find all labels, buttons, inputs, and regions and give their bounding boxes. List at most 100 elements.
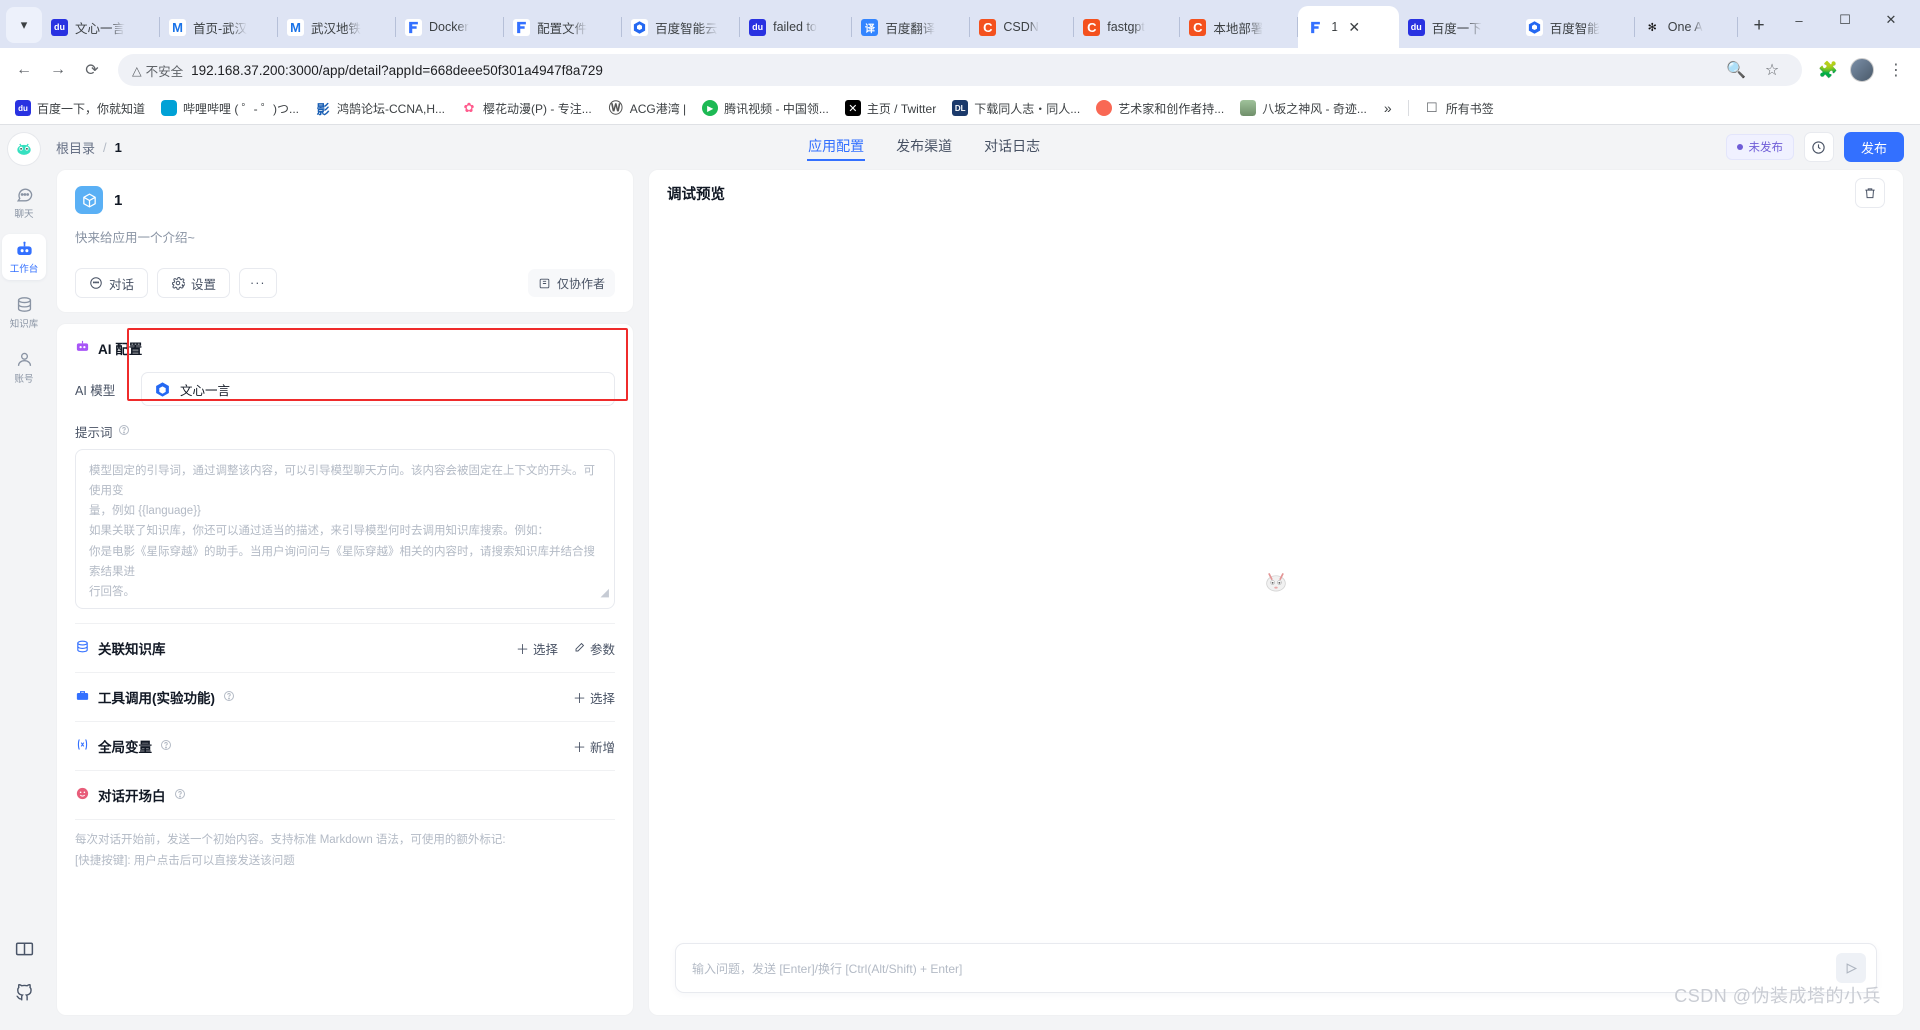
publish-button[interactable]: 发布 [1843,132,1904,162]
model-select-wrap: 文心一言 [141,372,615,406]
browser-tab[interactable]: C CSDN [970,6,1075,48]
bookmark-item[interactable]: DL 下载同人志・同人... [945,96,1087,121]
bookmark-star-icon[interactable]: ☆ [1756,54,1788,86]
bookmark-item[interactable]: 八坂之神风 - 奇迹... [1233,96,1374,121]
ai-config-section: AI 配置 AI 模型 文心一言 提示词 模型固定的引导词，通过调整该内容，可以… [57,324,633,624]
browser-tab[interactable]: 百度智能云 [622,6,741,48]
question-icon[interactable] [160,739,172,754]
back-icon[interactable]: ← [8,54,40,86]
bookmark-item[interactable]: du 百度一下，你就知道 [8,96,152,121]
breadcrumb-root[interactable]: 根目录 [56,138,95,157]
all-bookmarks-label: 所有书签 [1445,101,1494,116]
preview-header: 调试预览 [649,170,1903,216]
question-icon[interactable] [118,424,130,439]
bookmarks-overflow-icon[interactable]: » [1376,96,1400,120]
csdn-icon: C [1083,18,1101,36]
bookmark-label: 鸿鹄论坛-CCNA,H... [337,101,446,116]
chrome-menu-icon[interactable]: ⋮ [1880,54,1912,86]
more-icon[interactable]: ··· [239,268,277,298]
browser-tab[interactable]: 译百度翻译 [852,6,971,48]
section-action-button[interactable]: ＋新增 [573,737,615,756]
m-icon: M [287,18,304,36]
tab-publish-channel[interactable]: 发布渠道 [895,133,953,161]
plus-icon: ＋ [572,739,586,755]
minimize-button[interactable]: – [1776,0,1822,40]
maximize-button[interactable]: ☐ [1822,0,1868,40]
address-bar[interactable]: △ 不安全 192.168.37.200:3000/app/detail?app… [118,54,1802,86]
section-action-button[interactable]: ＋选择 [573,688,615,707]
browser-tab[interactable]: C 本地部署 [1180,6,1299,48]
empty-bot-icon [1259,563,1293,597]
app-header: 根目录 / 1 应用配置 发布渠道 对话日志 未发布 发布 [48,125,1920,169]
wordpress-icon: Ⓦ [608,100,623,116]
resize-handle-icon[interactable]: ◢ [601,584,609,603]
sidebar-item-account[interactable]: 账号 [2,344,46,390]
prompt-label: 提示词 [75,426,113,440]
bookmark-item[interactable]: ▶ 腾讯视频 - 中国领... [695,96,836,121]
robot-icon [15,240,34,259]
bookmark-item[interactable]: 艺术家和创作者持... [1089,96,1231,121]
browser-tab[interactable]: 配置文件 [504,6,623,48]
csdn-icon: C [1189,18,1207,36]
avatar-icon [1240,100,1257,116]
fastgpt-logo-icon[interactable] [8,133,40,165]
application-root: 聊天 工作台 知识库 账号 根目录 / 1 应用配置 发布渠道 对话日志 未发布… [0,125,1920,1030]
section-header: 工具调用(实验功能) ＋选择 [75,687,615,707]
sidebar-item-knowledge[interactable]: 知识库 [2,289,46,335]
bookmark-item[interactable]: 影鸿鹄论坛-CCNA,H... [308,96,452,121]
model-field-row: AI 模型 文心一言 [75,372,615,406]
bookmark-item[interactable]: ✕ 主页 / Twitter [838,96,943,121]
debug-preview-panel: 调试预览 输入问题，发送 [Enter]/换行 [Ctrl(Alt/Shift)… [648,169,1904,1016]
navigation-bar: ← → ⟳ △ 不安全 192.168.37.200:3000/app/deta… [0,48,1920,92]
sidebar-item-chat[interactable]: 聊天 [2,179,46,225]
collaborator-badge[interactable]: 仅协作者 [527,269,615,297]
tab-app-config[interactable]: 应用配置 [807,133,866,161]
prompt-placeholder-line-5: 行回答。 [89,585,135,598]
all-bookmarks-button[interactable]: ☐ 所有书签 [1417,96,1501,121]
close-window-button[interactable]: ✕ [1868,0,1914,40]
browser-tab[interactable]: Cfastgpt [1074,6,1181,48]
section-action-button[interactable]: 参数 [574,639,615,658]
chat-button[interactable]: 对话 [75,268,149,298]
bookmark-item[interactable]: 哔哩哔哩 ( ゜- ゜)つ... [154,96,306,121]
reload-icon[interactable]: ⟳ [76,54,108,86]
browser-tab[interactable]: du 百度一下 [1399,6,1517,48]
github-icon[interactable] [14,982,35,1008]
question-icon[interactable] [174,788,186,803]
zoom-search-icon[interactable]: 🔍 [1720,54,1752,86]
bookmark-item[interactable]: ✿ 樱花动漫(P) - 专注... [454,96,599,121]
browser-tab[interactable]: M 武汉地铁 [278,6,396,48]
tab-title: One A [1667,20,1703,34]
ai-config-title: AI 配置 [98,342,143,357]
divider [75,623,615,624]
extensions-icon[interactable]: 🧩 [1812,54,1844,86]
browser-tab[interactable]: ✻ One A [1635,6,1738,48]
browser-tab[interactable]: M 首页-武汉 [160,6,278,48]
model-select[interactable]: 文心一言 [141,372,615,406]
bookmark-item[interactable]: Ⓦ ACG港湾 | [601,96,693,121]
section-action-button[interactable]: ＋选择 [516,639,558,658]
profile-avatar[interactable] [1846,54,1878,86]
docs-book-icon[interactable] [14,938,35,964]
browser-tab[interactable]: 百度智能 [1517,6,1635,48]
browser-tab[interactable]: du failed to [740,6,853,48]
tab-close-icon[interactable]: ✕ [1345,18,1363,36]
tab-search-chevron-icon[interactable]: ▾ [6,7,42,43]
question-icon[interactable] [223,690,235,705]
restart-icon[interactable] [1855,178,1885,208]
send-icon[interactable] [1836,953,1866,983]
settings-button[interactable]: 设置 [157,268,231,298]
prompt-placeholder-line-4: 你是电影《星际穿越》的助手。当用户询问问与《星际穿越》相关的内容时，请搜索知识库… [89,545,595,578]
sidebar-item-workbench[interactable]: 工作台 [2,234,46,280]
omnibox-actions: 🔍 ☆ [1720,54,1788,86]
browser-tab[interactable]: du 文心一言 [42,6,160,48]
browser-tab[interactable]: 1 ✕ [1298,6,1399,48]
forward-icon[interactable]: → [42,54,74,86]
not-secure-indicator[interactable]: △ 不安全 [132,61,183,80]
bookmark-label: 百度一下，你就知道 [37,101,146,116]
browser-tab[interactable]: Docker [396,6,505,48]
tab-chat-logs[interactable]: 对话日志 [983,133,1041,161]
prompt-textarea[interactable]: 模型固定的引导词，通过调整该内容，可以引导模型聊天方向。该内容会被固定在上下文的… [75,449,615,609]
clock-icon[interactable] [1803,132,1834,162]
new-tab-button[interactable]: + [1742,9,1776,43]
